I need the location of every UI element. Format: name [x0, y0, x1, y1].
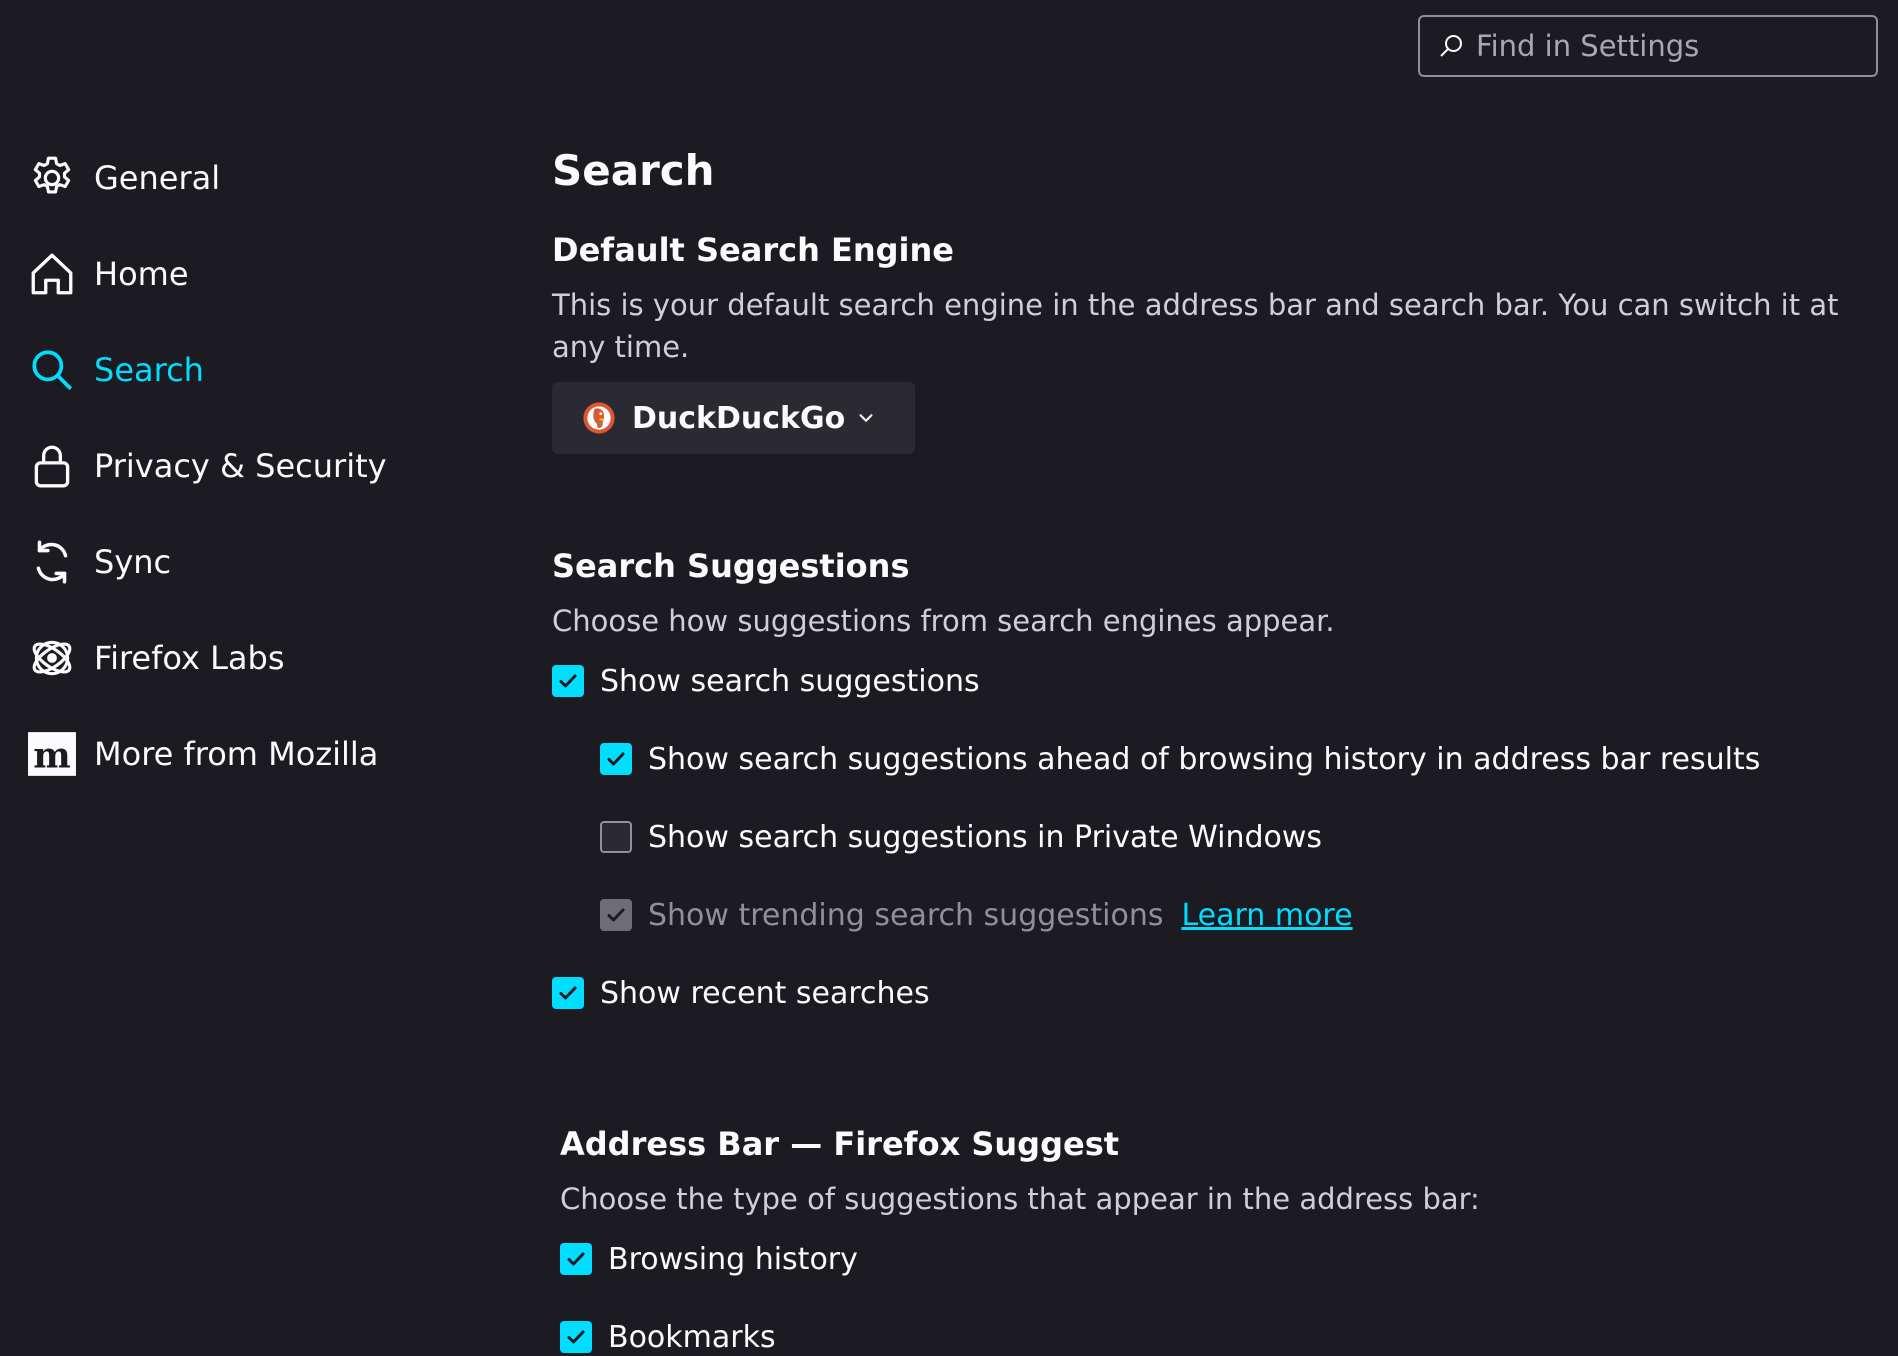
gear-icon: [26, 152, 78, 204]
sync-icon: [26, 536, 78, 588]
trending-suggestions-label: Show trending search suggestions: [648, 897, 1164, 933]
browsing-history-checkbox[interactable]: [560, 1243, 592, 1275]
chevron-down-icon: [859, 414, 873, 422]
default-engine-dropdown[interactable]: DuckDuckGo: [552, 382, 916, 454]
default-engine-name: DuckDuckGo: [632, 400, 846, 436]
sidebar-item-search[interactable]: Search: [26, 322, 506, 418]
sidebar-item-privacy-security[interactable]: Privacy & Security: [26, 418, 506, 514]
sidebar-item-label: Search: [94, 351, 204, 389]
mozilla-icon: m: [26, 728, 78, 780]
duckduckgo-icon: [583, 402, 615, 434]
show-search-suggestions-checkbox[interactable]: [552, 665, 584, 697]
suggestions-private-windows-label: Show search suggestions in Private Windo…: [648, 819, 1323, 855]
trending-suggestions-checkbox: [600, 899, 632, 931]
default-search-engine-section: Default Search Engine This is your defau…: [552, 230, 1872, 454]
suggestions-ahead-of-history-label: Show search suggestions ahead of browsin…: [648, 741, 1761, 777]
checkmark-icon: [567, 1252, 585, 1266]
trending-suggestions-row: Show trending search suggestions Learn m…: [552, 876, 1872, 954]
search-suggestions-heading: Search Suggestions: [552, 547, 910, 585]
search-suggestions-description: Choose how suggestions from search engin…: [552, 604, 1335, 638]
search-icon: [26, 344, 78, 396]
suggestions-private-windows-row[interactable]: Show search suggestions in Private Windo…: [552, 798, 1872, 876]
sidebar-item-label: More from Mozilla: [94, 735, 379, 773]
bookmarks-row[interactable]: Bookmarks: [560, 1298, 1872, 1356]
search-icon: [1440, 35, 1462, 57]
default-search-engine-heading: Default Search Engine: [552, 231, 954, 269]
find-in-settings-box[interactable]: [1418, 15, 1878, 77]
checkmark-icon: [607, 908, 625, 922]
address-bar-heading: Address Bar — Firefox Suggest: [560, 1125, 1120, 1163]
sidebar-item-label: General: [94, 159, 221, 197]
sidebar-item-home[interactable]: Home: [26, 226, 506, 322]
bookmarks-checkbox[interactable]: [560, 1321, 592, 1353]
checkmark-icon: [567, 1330, 585, 1344]
show-search-suggestions-label: Show search suggestions: [600, 663, 980, 699]
lock-icon: [26, 440, 78, 492]
checkmark-icon: [559, 674, 577, 688]
sidebar-item-more-from-mozilla[interactable]: m More from Mozilla: [26, 706, 506, 802]
page-title: Search: [552, 146, 715, 195]
show-search-suggestions-row[interactable]: Show search suggestions: [552, 642, 1872, 720]
suggestions-ahead-of-history-row[interactable]: Show search suggestions ahead of browsin…: [552, 720, 1872, 798]
search-suggestions-section: Search Suggestions Choose how suggestion…: [552, 546, 1872, 1032]
svg-text:m: m: [33, 736, 70, 777]
address-bar-description: Choose the type of suggestions that appe…: [560, 1182, 1480, 1216]
browsing-history-row[interactable]: Browsing history: [560, 1220, 1872, 1298]
find-in-settings-input[interactable]: [1476, 29, 1856, 63]
main-content: Search Default Search Engine This is you…: [552, 140, 1872, 1356]
checkmark-icon: [559, 986, 577, 1000]
show-recent-searches-checkbox[interactable]: [552, 977, 584, 1009]
suggestions-ahead-of-history-checkbox[interactable]: [600, 743, 632, 775]
sidebar-item-label: Home: [94, 255, 189, 293]
learn-more-link[interactable]: Learn more: [1181, 898, 1352, 933]
address-bar-section: Address Bar — Firefox Suggest Choose the…: [552, 1124, 1872, 1356]
bookmarks-label: Bookmarks: [608, 1319, 776, 1355]
sidebar-item-label: Firefox Labs: [94, 639, 285, 677]
home-icon: [26, 248, 78, 300]
show-recent-searches-label: Show recent searches: [600, 975, 930, 1011]
show-recent-searches-row[interactable]: Show recent searches: [552, 954, 1872, 1032]
default-search-engine-description: This is your default search engine in th…: [552, 288, 1839, 364]
sidebar-nav: General Home Search Privacy & Security S…: [26, 130, 506, 802]
sidebar-item-label: Sync: [94, 543, 172, 581]
settings-page: General Home Search: [0, 0, 1898, 1356]
sidebar-item-sync[interactable]: Sync: [26, 514, 506, 610]
sidebar-item-label: Privacy & Security: [94, 447, 387, 485]
sidebar-item-firefox-labs[interactable]: Firefox Labs: [26, 610, 506, 706]
labs-icon: [26, 632, 78, 684]
suggestions-private-windows-checkbox[interactable]: [600, 821, 632, 853]
checkmark-icon: [607, 752, 625, 766]
sidebar-item-general[interactable]: General: [26, 130, 506, 226]
browsing-history-label: Browsing history: [608, 1241, 858, 1277]
